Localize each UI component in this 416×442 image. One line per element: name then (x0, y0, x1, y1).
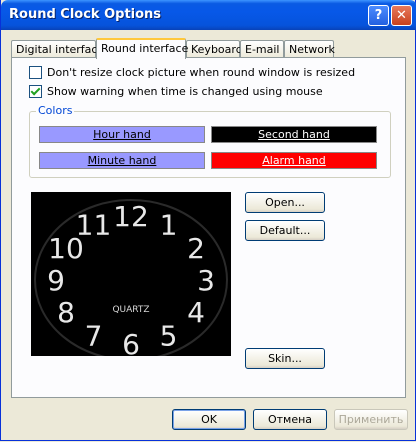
clock-numeral-6: 6 (122, 328, 140, 356)
dialog-window: Round Clock Options ? ✕ Digital interfac… (0, 0, 416, 441)
clock-numeral-12: 12 (113, 200, 149, 233)
close-button[interactable]: ✕ (391, 5, 412, 26)
apply-button[interactable]: Применить (334, 409, 408, 430)
clock-numeral-1: 1 (160, 209, 178, 242)
window-title: Round Clock Options (9, 7, 162, 22)
skin-button[interactable]: Skin... (245, 348, 325, 369)
tab-digital-interface[interactable]: Digital interface (11, 40, 104, 58)
clock-face: 12 1234567891011 (34, 199, 228, 356)
ok-button[interactable]: OK (172, 409, 246, 430)
clock-numeral-8: 8 (57, 296, 75, 329)
clock-numeral-5: 5 (160, 319, 178, 352)
clock-numeral-3: 3 (197, 264, 215, 297)
clock-brand: QUARTZ (112, 305, 149, 315)
clock-numeral-7: 7 (85, 319, 103, 352)
help-button[interactable]: ? (368, 5, 389, 26)
no-resize-checkbox[interactable] (29, 66, 42, 79)
warn-time-label: Show warning when time is changed using … (47, 85, 323, 98)
default-button[interactable]: Default... (245, 220, 325, 241)
cancel-button[interactable]: Отмена (253, 409, 327, 430)
clock-numeral-9: 9 (47, 264, 65, 297)
warn-time-checkbox[interactable] (29, 85, 42, 98)
hour-hand-color-button[interactable]: Hour hand (39, 126, 205, 143)
tab-network[interactable]: Network (284, 40, 335, 58)
second-hand-color-button[interactable]: Second hand (211, 126, 377, 143)
clock-numeral-11: 11 (76, 209, 112, 242)
open-button[interactable]: Open... (245, 192, 325, 213)
warn-time-checkbox-row[interactable]: Show warning when time is changed using … (29, 85, 323, 98)
clock-numeral-4: 4 (187, 296, 205, 329)
tab-keyboard[interactable]: Keyboard (186, 40, 243, 58)
clock-numeral-2: 2 (187, 232, 205, 265)
tab-round-interface[interactable]: Round interface (96, 38, 188, 59)
title-bar[interactable]: Round Clock Options ? ✕ (1, 0, 416, 30)
clock-preview: 12 1234567891011 QUARTZ (31, 192, 231, 356)
alarm-hand-color-button[interactable]: Alarm hand (211, 152, 377, 169)
minute-hand-color-button[interactable]: Minute hand (39, 152, 205, 169)
tab-email[interactable]: E-mail (240, 40, 284, 58)
no-resize-checkbox-row[interactable]: Don't resize clock picture when round wi… (29, 66, 355, 79)
colors-group-label: Colors (36, 104, 75, 117)
no-resize-label: Don't resize clock picture when round wi… (47, 66, 356, 79)
